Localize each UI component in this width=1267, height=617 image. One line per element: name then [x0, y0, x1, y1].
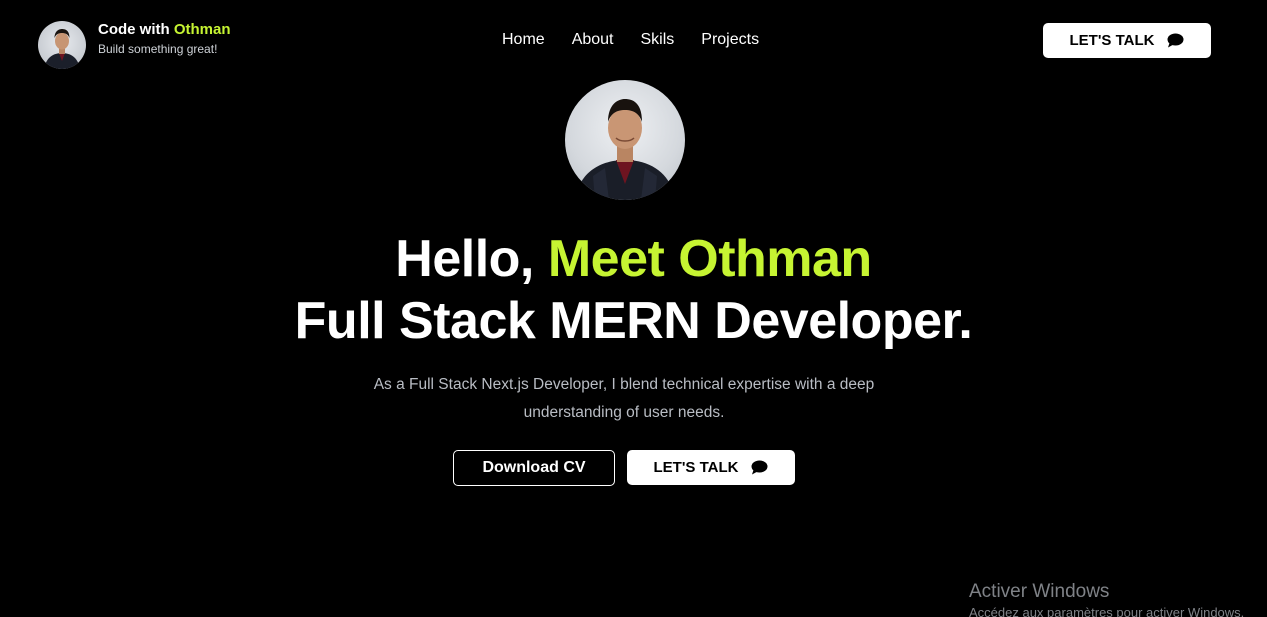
hero-title-prefix: Hello,: [395, 230, 548, 288]
header-lets-talk-button[interactable]: LET'S TALK: [1043, 23, 1211, 58]
hero-lets-talk-label: LET'S TALK: [653, 459, 739, 476]
hero-avatar: [565, 80, 685, 200]
hero-title-accent: Meet Othman: [547, 230, 872, 288]
main-nav: Home About Skils Projects: [502, 30, 759, 50]
nav-link-skills[interactable]: Skils: [641, 30, 675, 50]
hero-lets-talk-button[interactable]: LET'S TALK: [627, 450, 795, 485]
header-lets-talk-label: LET'S TALK: [1069, 32, 1155, 49]
page: Code with Othman Build something great! …: [0, 0, 1267, 617]
brand-name: Code with Othman: [98, 20, 231, 40]
brand-text: Code with Othman Build something great!: [98, 20, 231, 56]
brand-avatar: [38, 21, 86, 69]
download-cv-button[interactable]: Download CV: [453, 450, 615, 486]
watermark-title: Activer Windows: [969, 581, 1110, 602]
watermark-subtitle: Accédez aux paramètres pour activer Wind…: [969, 605, 1245, 617]
brand-tagline: Build something great!: [98, 42, 218, 56]
hero-description: As a Full Stack Next.js Developer, I ble…: [373, 376, 875, 421]
site-header: Code with Othman Build something great! …: [0, 0, 1267, 82]
person-avatar-icon: [575, 99, 675, 200]
nav-link-about[interactable]: About: [572, 30, 614, 50]
person-avatar-icon: [44, 29, 80, 69]
hero-title: Hello, Meet Othman Full Stack MERN Devel…: [0, 228, 1267, 352]
chat-bubble-icon: [751, 460, 768, 475]
brand-name-prefix: Code with: [98, 21, 174, 38]
hero-title-role: Full Stack MERN Developer.: [294, 292, 973, 350]
brand-name-accent: Othman: [173, 21, 231, 38]
hero-actions: Download CV LET'S TALK: [453, 450, 795, 486]
nav-link-projects[interactable]: Projects: [701, 30, 759, 50]
windows-activation-watermark: Activer Windows Accédez aux paramètres p…: [969, 580, 1267, 617]
chat-bubble-icon: [1167, 33, 1184, 48]
brand[interactable]: Code with Othman Build something great!: [38, 21, 231, 69]
nav-link-home[interactable]: Home: [502, 30, 545, 50]
